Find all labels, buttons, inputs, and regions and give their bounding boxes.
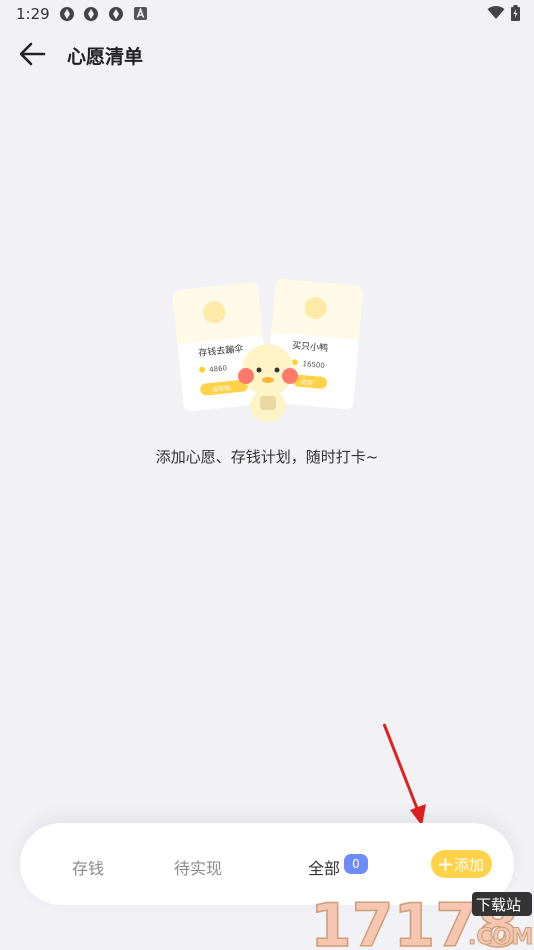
status-time: 1:29	[16, 5, 50, 23]
wifi-icon	[487, 6, 505, 19]
page-title: 心愿清单	[67, 46, 144, 68]
app-header: 心愿清单	[0, 30, 534, 78]
back-button[interactable]	[18, 40, 48, 68]
tab-pending[interactable]: 待实现	[174, 855, 222, 879]
empty-state-message: 添加心愿、存钱计划，随时打卡~	[155, 448, 379, 466]
arrow-left-icon	[19, 42, 46, 66]
battery-icon	[511, 5, 520, 21]
plus-icon	[438, 857, 452, 871]
app-notification-icon	[109, 7, 123, 21]
status-indicators	[487, 5, 520, 21]
empty-wishlist-illustration: 存钱去蹦伞 4860 去存钱 买只小鸭 16500 去存	[172, 279, 363, 422]
status-bar: 1:29	[0, 0, 534, 28]
tab-save-money[interactable]: 存钱	[72, 855, 104, 879]
add-wish-button[interactable]: 添加	[431, 850, 492, 878]
tab-all[interactable]: 全部	[308, 855, 340, 879]
app-notification-icon	[60, 7, 74, 21]
add-wish-label: 添加	[453, 855, 484, 874]
watermark-label: 下载站	[476, 896, 521, 914]
site-watermark: 17178 下载站 .COM	[309, 890, 533, 950]
duck-mascot	[238, 344, 298, 422]
right-card-button: 去存	[301, 378, 314, 387]
app-notification-icon	[84, 7, 98, 21]
watermark-domain: .COM	[468, 925, 533, 950]
all-count-badge: 0	[344, 854, 368, 874]
red-arrow-annotation	[382, 723, 426, 826]
font-notification-icon	[134, 7, 147, 20]
